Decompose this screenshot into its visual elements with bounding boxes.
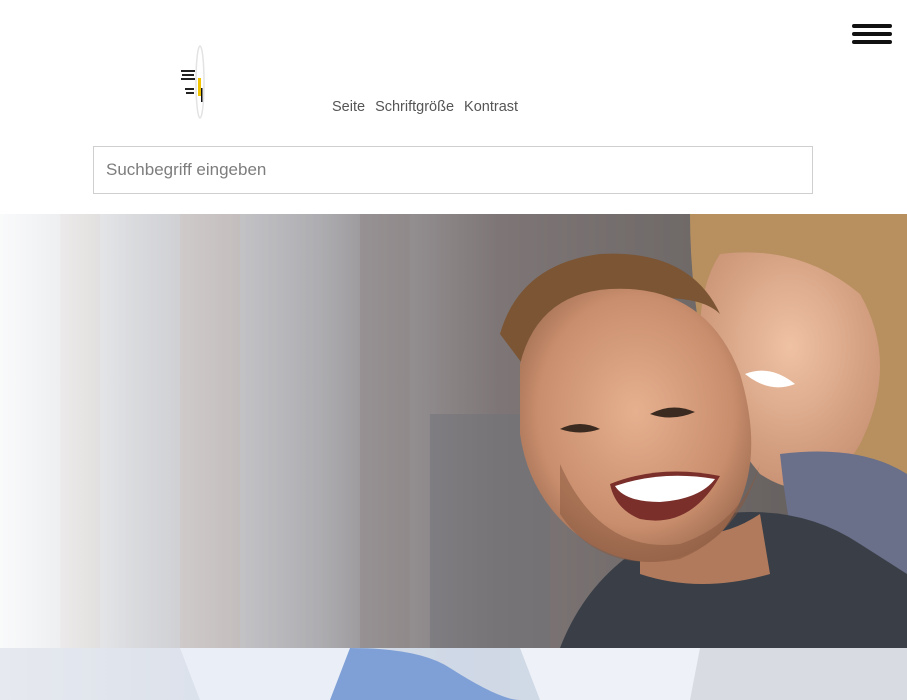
site-logo-graphic — [181, 45, 205, 119]
hamburger-menu-icon[interactable] — [849, 20, 895, 50]
menu-bar — [852, 32, 892, 36]
nav-item-schriftgroesse[interactable]: Schriftgröße — [375, 99, 454, 115]
menu-bar — [852, 40, 892, 44]
secondary-banner-image — [0, 648, 907, 700]
accessibility-nav: Seite Schriftgröße Kontrast — [332, 99, 518, 115]
search-input[interactable] — [94, 147, 812, 193]
hero-photo — [0, 214, 907, 648]
hero-image — [0, 214, 907, 648]
nav-item-kontrast[interactable]: Kontrast — [464, 99, 518, 115]
search-box — [93, 146, 813, 194]
site-logo[interactable] — [178, 44, 208, 120]
nav-item-seite[interactable]: Seite — [332, 99, 365, 115]
secondary-photo — [0, 648, 907, 700]
menu-bar — [852, 24, 892, 28]
